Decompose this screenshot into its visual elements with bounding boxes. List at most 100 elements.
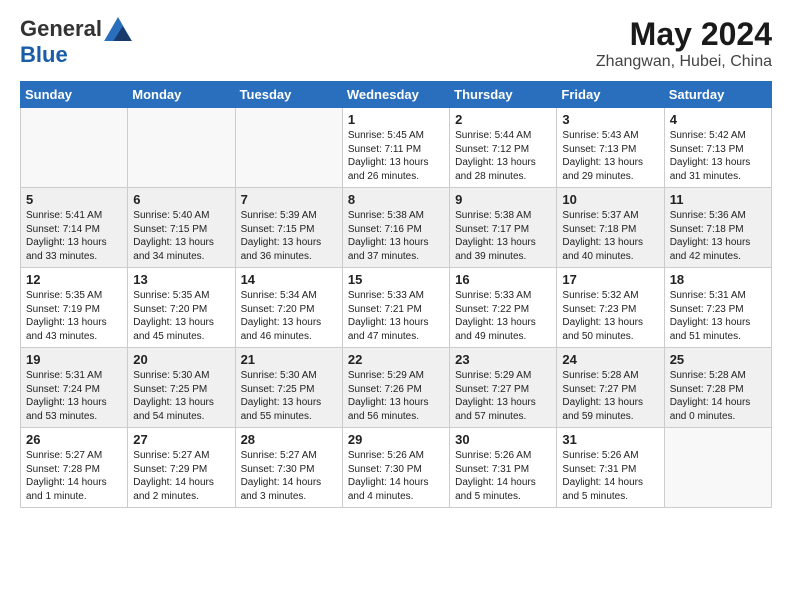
calendar-header-saturday: Saturday xyxy=(664,82,771,108)
calendar-cell: 19 Sunrise: 5:31 AM Sunset: 7:24 PM Dayli… xyxy=(21,348,128,428)
day-info: Sunrise: 5:27 AM Sunset: 7:28 PM Dayligh… xyxy=(26,449,122,503)
calendar-table: SundayMondayTuesdayWednesdayThursdayFrid… xyxy=(20,81,772,508)
day-info: Sunrise: 5:39 AM Sunset: 7:15 PM Dayligh… xyxy=(241,209,337,263)
calendar-cell xyxy=(235,108,342,188)
calendar-cell: 12 Sunrise: 5:35 AM Sunset: 7:19 PM Dayli… xyxy=(21,268,128,348)
calendar-cell: 27 Sunrise: 5:27 AM Sunset: 7:29 PM Dayli… xyxy=(128,428,235,508)
day-number: 10 xyxy=(562,192,658,207)
month-title: May 2024 xyxy=(596,16,772,53)
calendar-cell: 29Sunrise: 5:26 AM Sunset: 7:30 PM Dayli… xyxy=(342,428,449,508)
calendar-week-row: 5 Sunrise: 5:41 AM Sunset: 7:14 PM Daylig… xyxy=(21,188,772,268)
day-info: Sunrise: 5:26 AM Sunset: 7:31 PM Dayligh… xyxy=(455,449,551,503)
day-info: Sunrise: 5:33 AM Sunset: 7:22 PM Dayligh… xyxy=(455,289,551,343)
calendar-cell: 5 Sunrise: 5:41 AM Sunset: 7:14 PM Daylig… xyxy=(21,188,128,268)
day-info: Sunrise: 5:35 AM Sunset: 7:20 PM Dayligh… xyxy=(133,289,229,343)
day-number: 6 xyxy=(133,192,229,207)
calendar-cell: 16 Sunrise: 5:33 AM Sunset: 7:22 PM Dayli… xyxy=(450,268,557,348)
day-number: 24 xyxy=(562,352,658,367)
calendar-cell: 18Sunrise: 5:31 AM Sunset: 7:23 PM Dayli… xyxy=(664,268,771,348)
day-number: 12 xyxy=(26,272,122,287)
day-number: 2 xyxy=(455,112,551,127)
day-info: Sunrise: 5:37 AM Sunset: 7:18 PM Dayligh… xyxy=(562,209,658,263)
calendar-cell: 2 Sunrise: 5:44 AM Sunset: 7:12 PM Daylig… xyxy=(450,108,557,188)
calendar-cell: 3Sunrise: 5:43 AM Sunset: 7:13 PM Daylig… xyxy=(557,108,664,188)
day-number: 11 xyxy=(670,192,766,207)
calendar-cell: 23 Sunrise: 5:29 AM Sunset: 7:27 PM Dayli… xyxy=(450,348,557,428)
calendar-header-wednesday: Wednesday xyxy=(342,82,449,108)
day-info: Sunrise: 5:31 AM Sunset: 7:24 PM Dayligh… xyxy=(26,369,122,423)
calendar-week-row: 19 Sunrise: 5:31 AM Sunset: 7:24 PM Dayli… xyxy=(21,348,772,428)
header: General Blue May 2024 Zhangwan, Hubei, C… xyxy=(20,16,772,71)
page: General Blue May 2024 Zhangwan, Hubei, C… xyxy=(0,0,792,518)
day-info: Sunrise: 5:41 AM Sunset: 7:14 PM Dayligh… xyxy=(26,209,122,263)
day-number: 27 xyxy=(133,432,229,447)
calendar-cell: 28 Sunrise: 5:27 AM Sunset: 7:30 PM Dayli… xyxy=(235,428,342,508)
calendar-cell: 14 Sunrise: 5:34 AM Sunset: 7:20 PM Dayli… xyxy=(235,268,342,348)
day-number: 4 xyxy=(670,112,766,127)
day-info: Sunrise: 5:34 AM Sunset: 7:20 PM Dayligh… xyxy=(241,289,337,343)
calendar-header-thursday: Thursday xyxy=(450,82,557,108)
day-number: 8 xyxy=(348,192,444,207)
day-info: Sunrise: 5:30 AM Sunset: 7:25 PM Dayligh… xyxy=(133,369,229,423)
day-info: Sunrise: 5:26 AM Sunset: 7:31 PM Dayligh… xyxy=(562,449,658,503)
day-info: Sunrise: 5:40 AM Sunset: 7:15 PM Dayligh… xyxy=(133,209,229,263)
day-number: 30 xyxy=(455,432,551,447)
day-info: Sunrise: 5:28 AM Sunset: 7:27 PM Dayligh… xyxy=(562,369,658,423)
calendar-cell: 6 Sunrise: 5:40 AM Sunset: 7:15 PM Daylig… xyxy=(128,188,235,268)
day-number: 13 xyxy=(133,272,229,287)
day-number: 31 xyxy=(562,432,658,447)
calendar-cell: 21Sunrise: 5:30 AM Sunset: 7:25 PM Dayli… xyxy=(235,348,342,428)
day-number: 3 xyxy=(562,112,658,127)
day-number: 18 xyxy=(670,272,766,287)
calendar-week-row: 26Sunrise: 5:27 AM Sunset: 7:28 PM Dayli… xyxy=(21,428,772,508)
day-number: 5 xyxy=(26,192,122,207)
day-number: 9 xyxy=(455,192,551,207)
calendar-cell: 25 Sunrise: 5:28 AM Sunset: 7:28 PM Dayli… xyxy=(664,348,771,428)
day-info: Sunrise: 5:28 AM Sunset: 7:28 PM Dayligh… xyxy=(670,369,766,423)
day-info: Sunrise: 5:38 AM Sunset: 7:16 PM Dayligh… xyxy=(348,209,444,263)
day-number: 20 xyxy=(133,352,229,367)
calendar-header-tuesday: Tuesday xyxy=(235,82,342,108)
calendar-cell xyxy=(21,108,128,188)
calendar-cell: 22Sunrise: 5:29 AM Sunset: 7:26 PM Dayli… xyxy=(342,348,449,428)
logo-icon xyxy=(104,17,132,41)
day-number: 23 xyxy=(455,352,551,367)
day-info: Sunrise: 5:45 AM Sunset: 7:11 PM Dayligh… xyxy=(348,129,444,183)
day-number: 25 xyxy=(670,352,766,367)
day-info: Sunrise: 5:33 AM Sunset: 7:21 PM Dayligh… xyxy=(348,289,444,343)
day-info: Sunrise: 5:29 AM Sunset: 7:26 PM Dayligh… xyxy=(348,369,444,423)
title-block: May 2024 Zhangwan, Hubei, China xyxy=(596,16,772,71)
calendar-cell: 24 Sunrise: 5:28 AM Sunset: 7:27 PM Dayli… xyxy=(557,348,664,428)
calendar-header-sunday: Sunday xyxy=(21,82,128,108)
day-number: 19 xyxy=(26,352,122,367)
calendar-cell: 20 Sunrise: 5:30 AM Sunset: 7:25 PM Dayli… xyxy=(128,348,235,428)
day-info: Sunrise: 5:38 AM Sunset: 7:17 PM Dayligh… xyxy=(455,209,551,263)
calendar-cell: 7 Sunrise: 5:39 AM Sunset: 7:15 PM Daylig… xyxy=(235,188,342,268)
logo: General Blue xyxy=(20,16,132,68)
day-number: 28 xyxy=(241,432,337,447)
calendar-cell: 10 Sunrise: 5:37 AM Sunset: 7:18 PM Dayli… xyxy=(557,188,664,268)
day-number: 17 xyxy=(562,272,658,287)
day-info: Sunrise: 5:42 AM Sunset: 7:13 PM Dayligh… xyxy=(670,129,766,183)
day-number: 7 xyxy=(241,192,337,207)
day-number: 16 xyxy=(455,272,551,287)
calendar-cell xyxy=(128,108,235,188)
calendar-header-monday: Monday xyxy=(128,82,235,108)
day-info: Sunrise: 5:27 AM Sunset: 7:29 PM Dayligh… xyxy=(133,449,229,503)
day-info: Sunrise: 5:36 AM Sunset: 7:18 PM Dayligh… xyxy=(670,209,766,263)
day-number: 14 xyxy=(241,272,337,287)
day-info: Sunrise: 5:26 AM Sunset: 7:30 PM Dayligh… xyxy=(348,449,444,503)
calendar-header-friday: Friday xyxy=(557,82,664,108)
day-info: Sunrise: 5:30 AM Sunset: 7:25 PM Dayligh… xyxy=(241,369,337,423)
calendar-cell: 13 Sunrise: 5:35 AM Sunset: 7:20 PM Dayli… xyxy=(128,268,235,348)
calendar-header-row: SundayMondayTuesdayWednesdayThursdayFrid… xyxy=(21,82,772,108)
location: Zhangwan, Hubei, China xyxy=(596,53,772,71)
day-info: Sunrise: 5:35 AM Sunset: 7:19 PM Dayligh… xyxy=(26,289,122,343)
calendar-cell: 4 Sunrise: 5:42 AM Sunset: 7:13 PM Daylig… xyxy=(664,108,771,188)
logo-general: General xyxy=(20,16,102,42)
day-info: Sunrise: 5:29 AM Sunset: 7:27 PM Dayligh… xyxy=(455,369,551,423)
calendar-week-row: 1Sunrise: 5:45 AM Sunset: 7:11 PM Daylig… xyxy=(21,108,772,188)
day-info: Sunrise: 5:27 AM Sunset: 7:30 PM Dayligh… xyxy=(241,449,337,503)
day-info: Sunrise: 5:44 AM Sunset: 7:12 PM Dayligh… xyxy=(455,129,551,183)
day-number: 15 xyxy=(348,272,444,287)
